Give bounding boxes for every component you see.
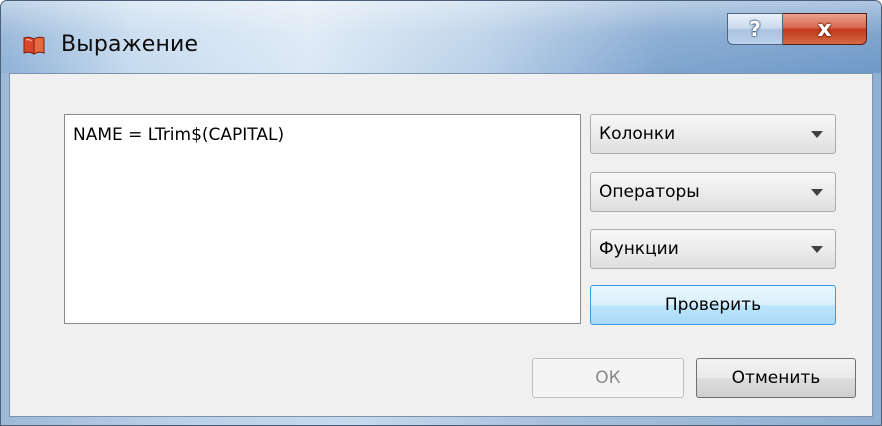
dialog-window: Выражение ? x NAME = LTrim$(CAPITAL) Кол… (0, 0, 882, 426)
chevron-down-icon (811, 131, 823, 138)
ok-button[interactable]: ОК (532, 358, 684, 398)
functions-dropdown[interactable]: Функции (590, 229, 836, 269)
cancel-button[interactable]: Отменить (696, 358, 856, 398)
app-icon (23, 36, 45, 55)
functions-dropdown-label: Функции (599, 239, 679, 259)
operators-dropdown-label: Операторы (599, 182, 700, 202)
dialog-body: NAME = LTrim$(CAPITAL) Колонки Операторы… (9, 73, 873, 417)
columns-dropdown[interactable]: Колонки (590, 114, 836, 154)
close-button[interactable]: x (783, 13, 867, 45)
expression-editor[interactable]: NAME = LTrim$(CAPITAL) (64, 114, 581, 324)
title-bar[interactable]: Выражение ? x (1, 1, 881, 73)
check-button[interactable]: Проверить (590, 285, 836, 325)
caption-buttons: ? x (727, 13, 867, 47)
operators-dropdown[interactable]: Операторы (590, 172, 836, 212)
columns-dropdown-label: Колонки (599, 124, 676, 144)
help-button[interactable]: ? (727, 13, 783, 45)
chevron-down-icon (811, 246, 823, 253)
chevron-down-icon (811, 189, 823, 196)
window-title: Выражение (61, 32, 199, 57)
